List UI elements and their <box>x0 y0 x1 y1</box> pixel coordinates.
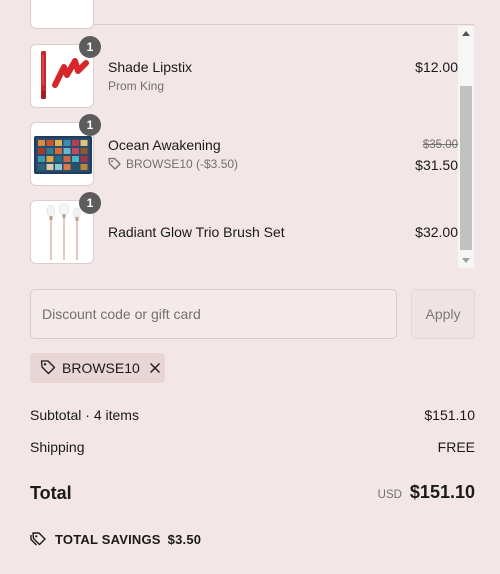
currency-code: USD <box>377 489 402 501</box>
scrollbar-thumb[interactable] <box>460 86 472 250</box>
subtotal-value: $151.10 <box>424 407 475 423</box>
divider <box>94 24 474 25</box>
close-icon[interactable] <box>149 362 161 374</box>
cart-item: 1 Ocean Awakening BROWSE10 (-$3.50) $35.… <box>0 114 474 188</box>
subtotal-label: Subtotal · 4 items <box>30 407 139 423</box>
product-name: Ocean Awakening <box>108 137 221 153</box>
shipping-row: Shipping FREE <box>30 439 475 455</box>
subtotal-row: Subtotal · 4 items $151.10 <box>30 407 475 423</box>
savings-label: TOTAL SAVINGS <box>55 532 161 547</box>
product-name: Shade Lipstix <box>108 59 193 75</box>
scroll-up-arrow-icon[interactable] <box>458 26 474 40</box>
total-label: Total <box>30 483 72 503</box>
discount-line: BROWSE10 (-$3.50) <box>108 157 238 173</box>
savings-value: $3.50 <box>167 532 202 547</box>
product-price: $12.00 <box>415 59 458 75</box>
tag-icon <box>40 359 56 378</box>
scrollbar[interactable] <box>458 26 474 268</box>
tags-icon <box>30 530 47 549</box>
product-variant: Prom King <box>108 79 165 93</box>
scroll-down-arrow-icon[interactable] <box>458 254 474 268</box>
quantity-badge: 1 <box>79 36 101 58</box>
product-name: Radiant Glow Trio Brush Set <box>108 224 285 240</box>
cart-item: 1 Shade Lipstix Prom King $12.00 <box>0 36 474 110</box>
discount-code-input[interactable] <box>30 289 397 339</box>
apply-button[interactable]: Apply <box>411 289 475 339</box>
discount-label: BROWSE10 (-$3.50) <box>126 157 239 171</box>
product-price: $32.00 <box>415 224 458 240</box>
cart-item: 1 Radiant Glow Trio Brush Set $32.00 <box>0 192 474 266</box>
total-row: Total USD $151.10 <box>30 482 475 506</box>
shipping-value: FREE <box>437 439 475 455</box>
total-value: $151.10 <box>409 482 475 502</box>
total-savings: TOTAL SAVINGS $3.50 <box>30 530 201 549</box>
previous-item-thumbnail <box>30 0 94 29</box>
quantity-badge: 1 <box>79 114 101 136</box>
applied-code-label: BROWSE10 <box>62 360 140 376</box>
original-price: $35.00 <box>422 139 458 151</box>
shipping-label: Shipping <box>30 439 85 455</box>
cart-items-list[interactable]: 1 Shade Lipstix Prom King $12.00 1 Ocean… <box>0 0 474 268</box>
tag-icon <box>108 157 121 173</box>
quantity-badge: 1 <box>79 192 101 214</box>
applied-discount-chip: BROWSE10 <box>30 353 165 383</box>
product-price: $31.50 <box>415 157 458 173</box>
